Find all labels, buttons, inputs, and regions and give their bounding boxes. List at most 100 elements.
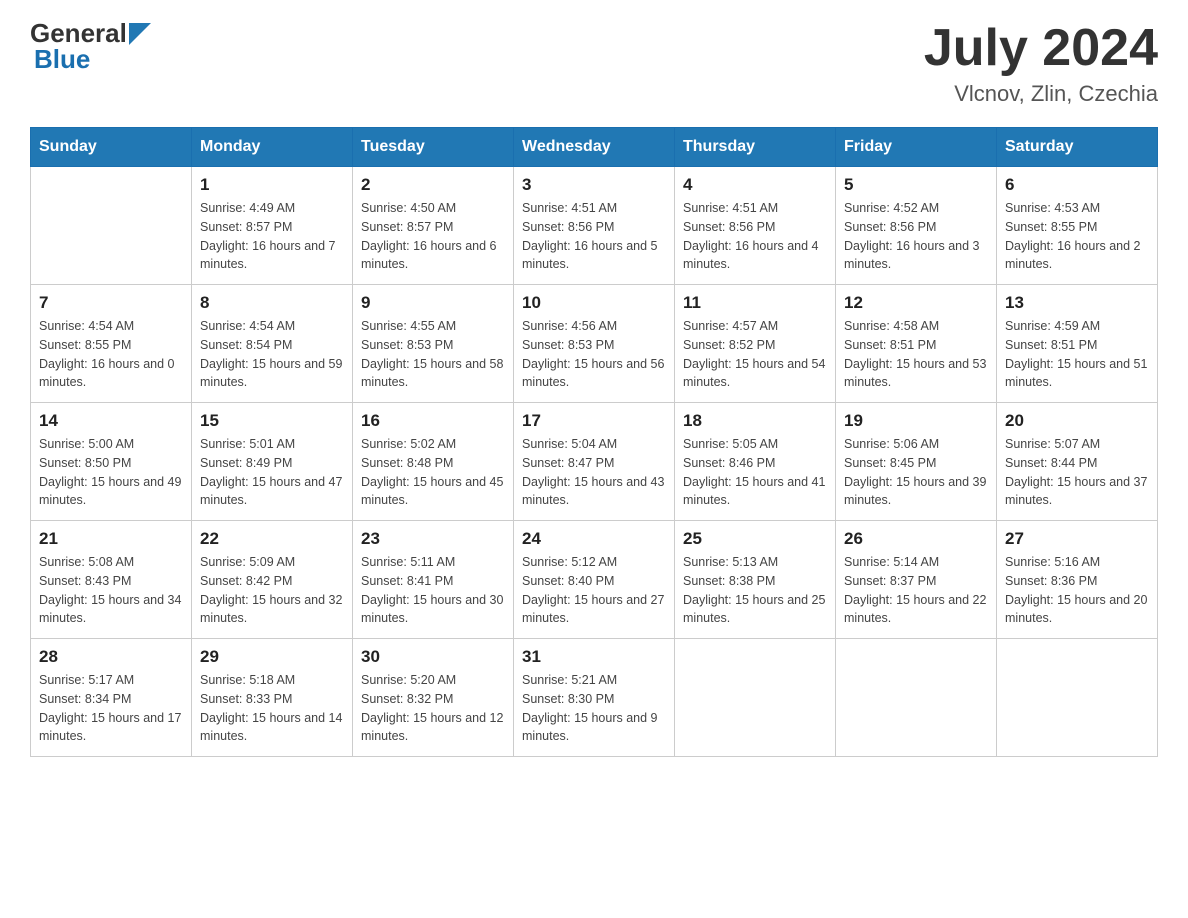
day-number: 21	[39, 529, 183, 549]
calendar-cell: 2 Sunrise: 4:50 AM Sunset: 8:57 PM Dayli…	[353, 167, 514, 285]
calendar-cell: 1 Sunrise: 4:49 AM Sunset: 8:57 PM Dayli…	[192, 167, 353, 285]
day-number: 7	[39, 293, 183, 313]
calendar-cell: 4 Sunrise: 4:51 AM Sunset: 8:56 PM Dayli…	[675, 167, 836, 285]
day-number: 23	[361, 529, 505, 549]
calendar-cell: 31 Sunrise: 5:21 AM Sunset: 8:30 PM Dayl…	[514, 639, 675, 757]
day-info: Sunrise: 5:07 AM Sunset: 8:44 PM Dayligh…	[1005, 435, 1149, 510]
header-tuesday: Tuesday	[353, 128, 514, 167]
weekday-header-row: Sunday Monday Tuesday Wednesday Thursday…	[31, 128, 1158, 167]
calendar-cell: 21 Sunrise: 5:08 AM Sunset: 8:43 PM Dayl…	[31, 521, 192, 639]
header-friday: Friday	[836, 128, 997, 167]
day-number: 11	[683, 293, 827, 313]
day-number: 22	[200, 529, 344, 549]
day-info: Sunrise: 4:50 AM Sunset: 8:57 PM Dayligh…	[361, 199, 505, 274]
day-number: 2	[361, 175, 505, 195]
logo-text-blue: Blue	[34, 46, 151, 72]
week-row-3: 14 Sunrise: 5:00 AM Sunset: 8:50 PM Dayl…	[31, 403, 1158, 521]
logo-text-general: General	[30, 20, 127, 46]
calendar-cell: 11 Sunrise: 4:57 AM Sunset: 8:52 PM Dayl…	[675, 285, 836, 403]
day-number: 30	[361, 647, 505, 667]
header-sunday: Sunday	[31, 128, 192, 167]
calendar-cell: 26 Sunrise: 5:14 AM Sunset: 8:37 PM Dayl…	[836, 521, 997, 639]
day-number: 3	[522, 175, 666, 195]
header-saturday: Saturday	[997, 128, 1158, 167]
day-number: 4	[683, 175, 827, 195]
calendar-cell: 9 Sunrise: 4:55 AM Sunset: 8:53 PM Dayli…	[353, 285, 514, 403]
day-info: Sunrise: 5:13 AM Sunset: 8:38 PM Dayligh…	[683, 553, 827, 628]
day-info: Sunrise: 4:56 AM Sunset: 8:53 PM Dayligh…	[522, 317, 666, 392]
day-number: 14	[39, 411, 183, 431]
day-number: 18	[683, 411, 827, 431]
logo: General Blue	[30, 20, 151, 72]
day-info: Sunrise: 5:21 AM Sunset: 8:30 PM Dayligh…	[522, 671, 666, 746]
day-info: Sunrise: 5:04 AM Sunset: 8:47 PM Dayligh…	[522, 435, 666, 510]
day-info: Sunrise: 4:52 AM Sunset: 8:56 PM Dayligh…	[844, 199, 988, 274]
logo-arrow-icon	[129, 23, 151, 45]
day-info: Sunrise: 5:06 AM Sunset: 8:45 PM Dayligh…	[844, 435, 988, 510]
day-info: Sunrise: 5:01 AM Sunset: 8:49 PM Dayligh…	[200, 435, 344, 510]
day-number: 26	[844, 529, 988, 549]
day-number: 24	[522, 529, 666, 549]
day-number: 28	[39, 647, 183, 667]
day-number: 12	[844, 293, 988, 313]
day-number: 15	[200, 411, 344, 431]
day-number: 20	[1005, 411, 1149, 431]
page-header: General Blue July 2024 Vlcnov, Zlin, Cze…	[30, 20, 1158, 107]
week-row-1: 1 Sunrise: 4:49 AM Sunset: 8:57 PM Dayli…	[31, 167, 1158, 285]
calendar-cell: 28 Sunrise: 5:17 AM Sunset: 8:34 PM Dayl…	[31, 639, 192, 757]
calendar-body: 1 Sunrise: 4:49 AM Sunset: 8:57 PM Dayli…	[31, 167, 1158, 757]
calendar-cell: 15 Sunrise: 5:01 AM Sunset: 8:49 PM Dayl…	[192, 403, 353, 521]
calendar-cell	[675, 639, 836, 757]
calendar-cell: 19 Sunrise: 5:06 AM Sunset: 8:45 PM Dayl…	[836, 403, 997, 521]
week-row-5: 28 Sunrise: 5:17 AM Sunset: 8:34 PM Dayl…	[31, 639, 1158, 757]
day-info: Sunrise: 4:59 AM Sunset: 8:51 PM Dayligh…	[1005, 317, 1149, 392]
day-info: Sunrise: 5:12 AM Sunset: 8:40 PM Dayligh…	[522, 553, 666, 628]
day-number: 1	[200, 175, 344, 195]
day-number: 19	[844, 411, 988, 431]
day-info: Sunrise: 5:18 AM Sunset: 8:33 PM Dayligh…	[200, 671, 344, 746]
calendar-cell: 20 Sunrise: 5:07 AM Sunset: 8:44 PM Dayl…	[997, 403, 1158, 521]
calendar-header: Sunday Monday Tuesday Wednesday Thursday…	[31, 128, 1158, 167]
day-info: Sunrise: 4:51 AM Sunset: 8:56 PM Dayligh…	[683, 199, 827, 274]
calendar-cell: 13 Sunrise: 4:59 AM Sunset: 8:51 PM Dayl…	[997, 285, 1158, 403]
day-number: 10	[522, 293, 666, 313]
day-number: 17	[522, 411, 666, 431]
day-info: Sunrise: 5:11 AM Sunset: 8:41 PM Dayligh…	[361, 553, 505, 628]
calendar-cell: 7 Sunrise: 4:54 AM Sunset: 8:55 PM Dayli…	[31, 285, 192, 403]
day-number: 31	[522, 647, 666, 667]
day-info: Sunrise: 4:54 AM Sunset: 8:54 PM Dayligh…	[200, 317, 344, 392]
calendar-cell: 5 Sunrise: 4:52 AM Sunset: 8:56 PM Dayli…	[836, 167, 997, 285]
day-info: Sunrise: 5:09 AM Sunset: 8:42 PM Dayligh…	[200, 553, 344, 628]
month-year-title: July 2024	[924, 20, 1158, 77]
day-number: 13	[1005, 293, 1149, 313]
calendar-cell: 10 Sunrise: 4:56 AM Sunset: 8:53 PM Dayl…	[514, 285, 675, 403]
header-thursday: Thursday	[675, 128, 836, 167]
day-number: 16	[361, 411, 505, 431]
calendar-cell: 23 Sunrise: 5:11 AM Sunset: 8:41 PM Dayl…	[353, 521, 514, 639]
day-info: Sunrise: 4:54 AM Sunset: 8:55 PM Dayligh…	[39, 317, 183, 392]
day-number: 5	[844, 175, 988, 195]
day-info: Sunrise: 5:08 AM Sunset: 8:43 PM Dayligh…	[39, 553, 183, 628]
title-block: July 2024 Vlcnov, Zlin, Czechia	[924, 20, 1158, 107]
day-number: 6	[1005, 175, 1149, 195]
day-number: 27	[1005, 529, 1149, 549]
day-info: Sunrise: 4:53 AM Sunset: 8:55 PM Dayligh…	[1005, 199, 1149, 274]
week-row-4: 21 Sunrise: 5:08 AM Sunset: 8:43 PM Dayl…	[31, 521, 1158, 639]
header-monday: Monday	[192, 128, 353, 167]
calendar-cell: 24 Sunrise: 5:12 AM Sunset: 8:40 PM Dayl…	[514, 521, 675, 639]
day-info: Sunrise: 4:55 AM Sunset: 8:53 PM Dayligh…	[361, 317, 505, 392]
day-number: 9	[361, 293, 505, 313]
day-number: 8	[200, 293, 344, 313]
calendar-cell: 30 Sunrise: 5:20 AM Sunset: 8:32 PM Dayl…	[353, 639, 514, 757]
day-info: Sunrise: 5:20 AM Sunset: 8:32 PM Dayligh…	[361, 671, 505, 746]
calendar-cell: 17 Sunrise: 5:04 AM Sunset: 8:47 PM Dayl…	[514, 403, 675, 521]
calendar-cell: 14 Sunrise: 5:00 AM Sunset: 8:50 PM Dayl…	[31, 403, 192, 521]
calendar-cell: 22 Sunrise: 5:09 AM Sunset: 8:42 PM Dayl…	[192, 521, 353, 639]
day-info: Sunrise: 4:49 AM Sunset: 8:57 PM Dayligh…	[200, 199, 344, 274]
calendar-cell: 12 Sunrise: 4:58 AM Sunset: 8:51 PM Dayl…	[836, 285, 997, 403]
calendar-cell: 18 Sunrise: 5:05 AM Sunset: 8:46 PM Dayl…	[675, 403, 836, 521]
calendar-table: Sunday Monday Tuesday Wednesday Thursday…	[30, 127, 1158, 757]
calendar-cell: 6 Sunrise: 4:53 AM Sunset: 8:55 PM Dayli…	[997, 167, 1158, 285]
calendar-cell: 8 Sunrise: 4:54 AM Sunset: 8:54 PM Dayli…	[192, 285, 353, 403]
day-info: Sunrise: 5:17 AM Sunset: 8:34 PM Dayligh…	[39, 671, 183, 746]
